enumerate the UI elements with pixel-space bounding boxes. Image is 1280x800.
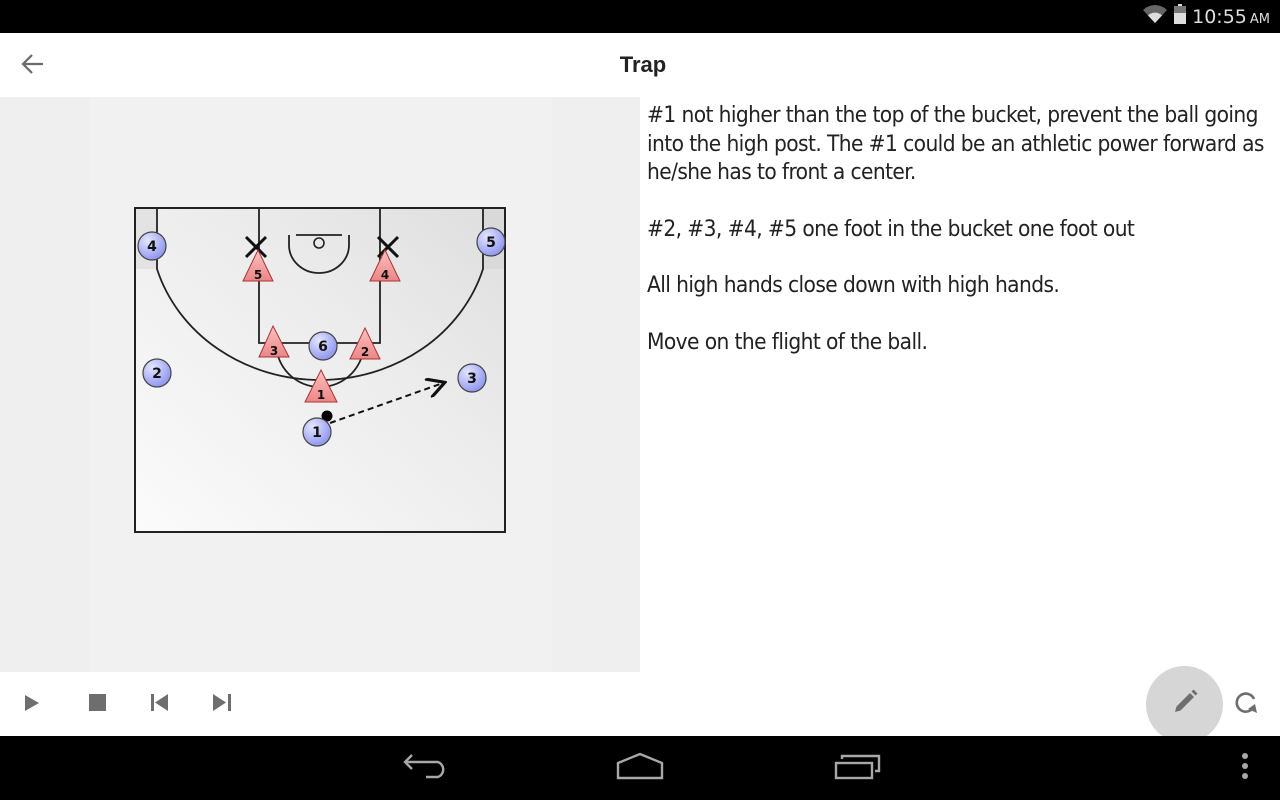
replay-icon <box>1234 691 1258 720</box>
replay-button[interactable] <box>1231 690 1261 720</box>
stop-button[interactable] <box>82 690 112 720</box>
svg-text:3: 3 <box>270 344 278 358</box>
nav-home-button[interactable] <box>612 750 668 786</box>
offense-player-2[interactable]: 2 <box>142 358 172 388</box>
play-notes: #1 not higher than the top of the bucket… <box>647 101 1272 384</box>
note-paragraph: #2, #3, #4, #5 one foot in the bucket on… <box>647 215 1135 242</box>
offense-player-1[interactable]: 1 <box>302 417 332 447</box>
svg-text:2: 2 <box>361 345 369 359</box>
system-nav-bar <box>0 736 1280 800</box>
play-button[interactable] <box>17 690 47 720</box>
court-diagram[interactable]: 5 4 3 2 1 4 5 6 2 3 1 <box>0 97 640 672</box>
svg-text:1: 1 <box>312 425 322 441</box>
svg-text:4: 4 <box>147 239 157 255</box>
back-button[interactable] <box>14 49 52 83</box>
app-bar: Trap <box>0 33 1280 97</box>
svg-text:1: 1 <box>317 388 325 402</box>
previous-button[interactable] <box>145 690 175 720</box>
page-title: Trap <box>619 52 667 77</box>
svg-text:2: 2 <box>152 366 162 382</box>
offense-player-6[interactable]: 6 <box>308 331 338 361</box>
offense-player-4[interactable]: 4 <box>137 231 167 261</box>
court-boundary <box>134 207 506 533</box>
next-button[interactable] <box>207 690 237 720</box>
offense-player-5[interactable]: 5 <box>476 227 506 257</box>
stop-icon <box>88 694 106 716</box>
clock: 10:55 AM <box>1192 6 1270 28</box>
skip-previous-icon <box>151 694 169 716</box>
overflow-menu-icon <box>1241 752 1249 785</box>
battery-icon <box>1174 4 1187 29</box>
arrow-left-icon <box>21 53 45 80</box>
nav-recents-button[interactable] <box>830 750 886 786</box>
status-bar: 10:55 AM <box>0 0 1280 33</box>
nav-home-icon <box>615 752 665 785</box>
pencil-icon <box>1172 689 1198 720</box>
svg-text:3: 3 <box>467 371 477 387</box>
note-paragraph: All high hands close down with high hand… <box>647 272 1060 298</box>
nav-back-button[interactable] <box>398 750 452 786</box>
offense-player-3[interactable]: 3 <box>457 363 487 393</box>
status-right: 10:55 AM <box>1142 0 1270 33</box>
note-paragraph: Move on the flight of the ball. <box>647 328 928 355</box>
edit-button[interactable] <box>1146 666 1223 743</box>
play-diagram-panel: 5 4 3 2 1 4 5 6 2 3 1 <box>0 97 640 672</box>
nav-back-icon <box>402 752 448 785</box>
play-icon <box>24 694 40 717</box>
wifi-icon <box>1142 4 1168 29</box>
svg-text:5: 5 <box>254 268 262 282</box>
playback-controls <box>0 666 1280 743</box>
clock-ampm: AM <box>1249 11 1270 27</box>
svg-text:5: 5 <box>486 235 496 251</box>
clock-time: 10:55 <box>1192 5 1247 28</box>
skip-next-icon <box>213 694 231 716</box>
overflow-menu-button[interactable] <box>1232 750 1258 786</box>
svg-text:6: 6 <box>318 339 328 355</box>
nav-recents-icon <box>834 752 882 785</box>
note-paragraph: #1 not higher than the top of the bucket… <box>647 102 1264 185</box>
svg-text:4: 4 <box>381 268 389 282</box>
